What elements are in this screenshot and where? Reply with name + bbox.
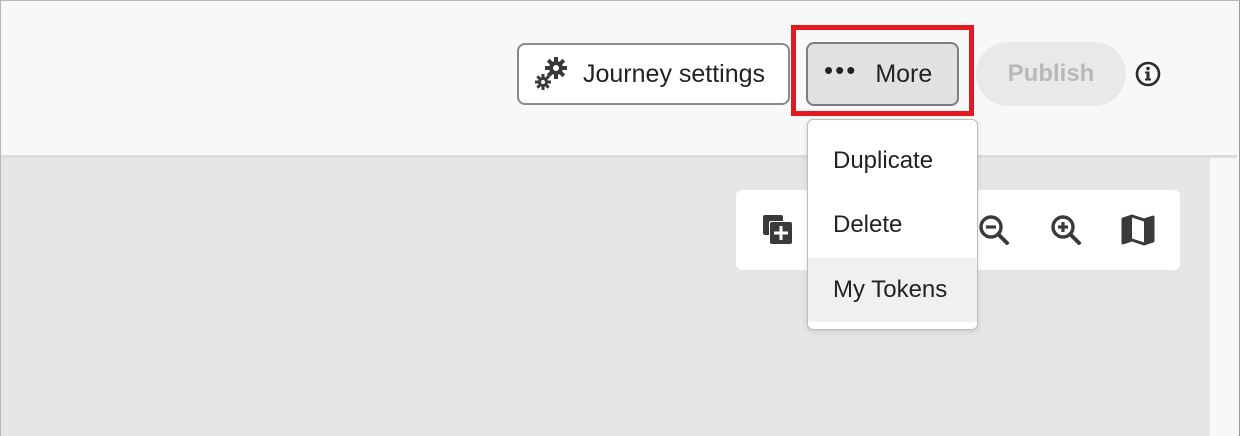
journey-settings-button[interactable]: Journey settings <box>517 43 790 105</box>
more-dots-icon: ••• <box>824 54 858 85</box>
zoom-in-icon[interactable] <box>1048 212 1084 248</box>
more-label: More <box>875 59 933 88</box>
more-dropdown-menu: Duplicate Delete My Tokens <box>807 119 978 330</box>
menu-item-my-tokens[interactable]: My Tokens <box>808 258 977 322</box>
map-icon[interactable] <box>1120 212 1156 248</box>
journey-settings-label: Journey settings <box>583 59 766 88</box>
menu-item-label: My Tokens <box>833 276 948 303</box>
add-duplicate-icon[interactable] <box>760 212 796 248</box>
menu-item-duplicate[interactable]: Duplicate <box>808 129 977 193</box>
menu-item-label: Duplicate <box>833 147 934 174</box>
publish-label: Publish <box>1007 60 1095 87</box>
right-gutter <box>1210 158 1238 436</box>
menu-item-label: Delete <box>833 211 903 238</box>
menu-item-delete[interactable]: Delete <box>808 193 977 257</box>
more-button[interactable]: ••• More <box>806 42 959 106</box>
zoom-out-icon[interactable] <box>976 212 1012 248</box>
info-icon[interactable] <box>1134 60 1162 88</box>
gears-icon <box>535 57 567 90</box>
publish-button[interactable]: Publish <box>976 42 1126 106</box>
